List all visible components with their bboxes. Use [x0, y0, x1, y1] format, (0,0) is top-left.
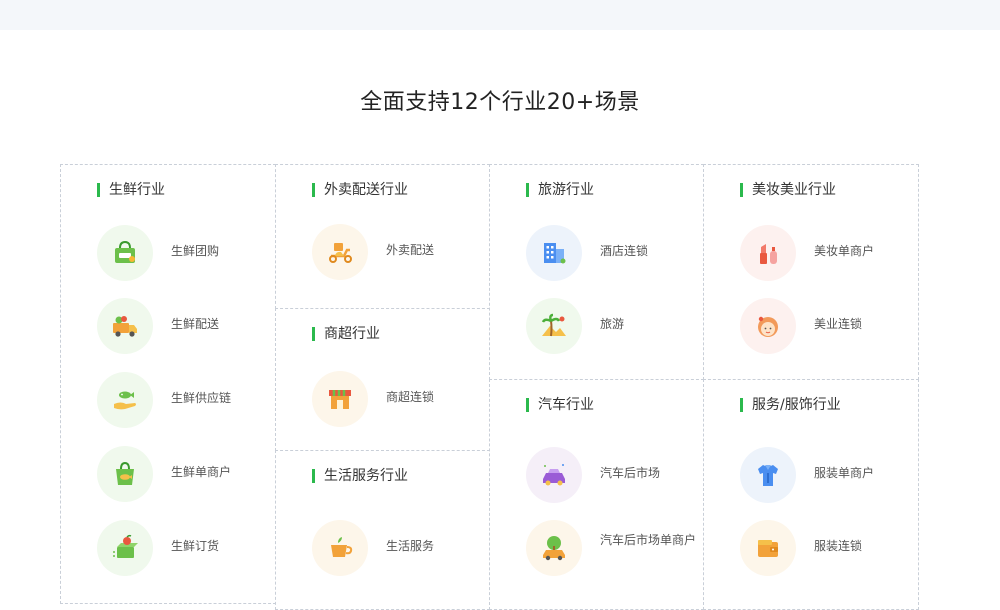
car-tree-icon — [543, 536, 565, 561]
scenario-label: 旅游 — [600, 317, 625, 331]
icon-circle — [97, 298, 153, 354]
page-title: 全面支持12个行业20+场景 — [360, 90, 640, 115]
scenario-item[interactable]: 美业连锁 — [740, 298, 916, 354]
scenario-label: 商超连锁 — [386, 390, 435, 404]
industry-cell-supermarket: 商超行业 商超连锁 — [275, 308, 490, 451]
industry-title: 汽车行业 — [526, 396, 594, 414]
icon-circle — [97, 372, 153, 428]
scenario-item[interactable]: 生鲜订货 — [97, 520, 273, 576]
scenario-item[interactable]: 服装连锁 — [740, 520, 916, 576]
scenario-item[interactable]: 旅游 — [526, 298, 702, 354]
icon-circle — [526, 520, 582, 576]
industry-cell-life: 生活服务行业 生活服务 — [275, 450, 490, 610]
palm-tree-icon — [541, 313, 566, 337]
wallet-icon — [758, 540, 778, 557]
scenario-label: 服装连锁 — [814, 539, 863, 553]
scenario-item[interactable]: 生鲜配送 — [97, 298, 273, 354]
scenario-item[interactable]: 外卖配送 — [312, 224, 488, 280]
icon-circle — [526, 225, 582, 281]
woman-face-icon — [758, 316, 778, 337]
industry-title: 商超行业 — [312, 325, 380, 343]
icon-circle — [740, 298, 796, 354]
icon-circle — [97, 225, 153, 281]
icon-circle — [740, 447, 796, 503]
icon-circle — [740, 225, 796, 281]
scenario-label: 外卖配送 — [386, 243, 435, 257]
icon-circle — [97, 520, 153, 576]
icon-circle — [97, 446, 153, 502]
shirt-icon — [758, 465, 778, 486]
scenario-label: 生鲜团购 — [171, 244, 220, 258]
hand-fish-icon — [114, 391, 136, 410]
scenario-label: 生鲜供应链 — [171, 391, 232, 405]
scenario-item[interactable]: 汽车后市场单商户 — [526, 520, 702, 576]
scenario-label: 汽车后市场单商户 — [600, 533, 697, 547]
industry-cell-beauty: 美妆美业行业 美妆单商户 美业连锁 — [703, 164, 919, 380]
industry-title: 生鲜行业 — [97, 181, 165, 199]
industry-title: 生活服务行业 — [312, 467, 408, 485]
scenario-label: 服装单商户 — [814, 466, 875, 480]
scenario-label: 生鲜单商户 — [171, 465, 232, 479]
produce-box-icon — [113, 534, 138, 558]
scenario-item[interactable]: 商超连锁 — [312, 371, 488, 427]
scenario-item[interactable]: 服装单商户 — [740, 447, 916, 503]
industry-title: 外卖配送行业 — [312, 181, 408, 199]
industry-title: 服务/服饰行业 — [740, 396, 841, 414]
scenario-label: 汽车后市场 — [600, 466, 661, 480]
top-bar — [0, 0, 1000, 30]
industry-grid: 生鲜行业 生鲜团购 生鲜配送 生鲜供应链 生鲜单商户 生鲜订货 外卖配送行业 外… — [60, 164, 919, 610]
delivery-truck-icon — [113, 316, 137, 337]
lipstick-icon — [760, 244, 777, 264]
scenario-label: 酒店连锁 — [600, 244, 649, 258]
scenario-item[interactable]: 生活服务 — [312, 520, 488, 576]
icon-circle — [526, 298, 582, 354]
scenario-item[interactable]: 生鲜团购 — [97, 225, 273, 281]
scenario-label: 生鲜配送 — [171, 317, 220, 331]
industry-cell-auto: 汽车行业 汽车后市场 汽车后市场单商户 — [489, 379, 704, 610]
scenario-item[interactable]: 生鲜单商户 — [97, 446, 273, 502]
shopping-bag-fish-icon — [116, 461, 134, 485]
industry-title: 旅游行业 — [526, 181, 594, 199]
icon-circle — [312, 224, 368, 280]
coffee-cup-icon — [331, 537, 353, 557]
scenario-item[interactable]: 美妆单商户 — [740, 225, 916, 281]
icon-circle — [526, 447, 582, 503]
sports-car-icon — [543, 464, 565, 486]
icon-circle — [312, 371, 368, 427]
hotel-building-icon — [544, 243, 566, 264]
scenario-item[interactable]: 汽车后市场 — [526, 447, 702, 503]
industry-cell-service: 服务/服饰行业 服装单商户 服装连锁 — [703, 379, 919, 610]
storefront-icon — [329, 390, 351, 409]
scenario-item[interactable]: 酒店连锁 — [526, 225, 702, 281]
industry-cell-travel: 旅游行业 酒店连锁 旅游 — [489, 164, 704, 380]
scenario-label: 生活服务 — [386, 539, 435, 553]
industry-cell-takeout: 外卖配送行业 外卖配送 — [275, 164, 490, 309]
grocery-bag-icon — [115, 240, 135, 263]
scenario-item[interactable]: 生鲜供应链 — [97, 372, 273, 428]
scenario-label: 美业连锁 — [814, 317, 863, 331]
scenario-label: 生鲜订货 — [171, 539, 220, 553]
icon-circle — [312, 520, 368, 576]
industry-cell-fresh: 生鲜行业 生鲜团购 生鲜配送 生鲜供应链 生鲜单商户 生鲜订货 — [60, 164, 276, 604]
industry-title: 美妆美业行业 — [740, 181, 836, 199]
scooter-icon — [329, 243, 352, 263]
icon-circle — [740, 520, 796, 576]
scenario-label: 美妆单商户 — [814, 244, 875, 258]
